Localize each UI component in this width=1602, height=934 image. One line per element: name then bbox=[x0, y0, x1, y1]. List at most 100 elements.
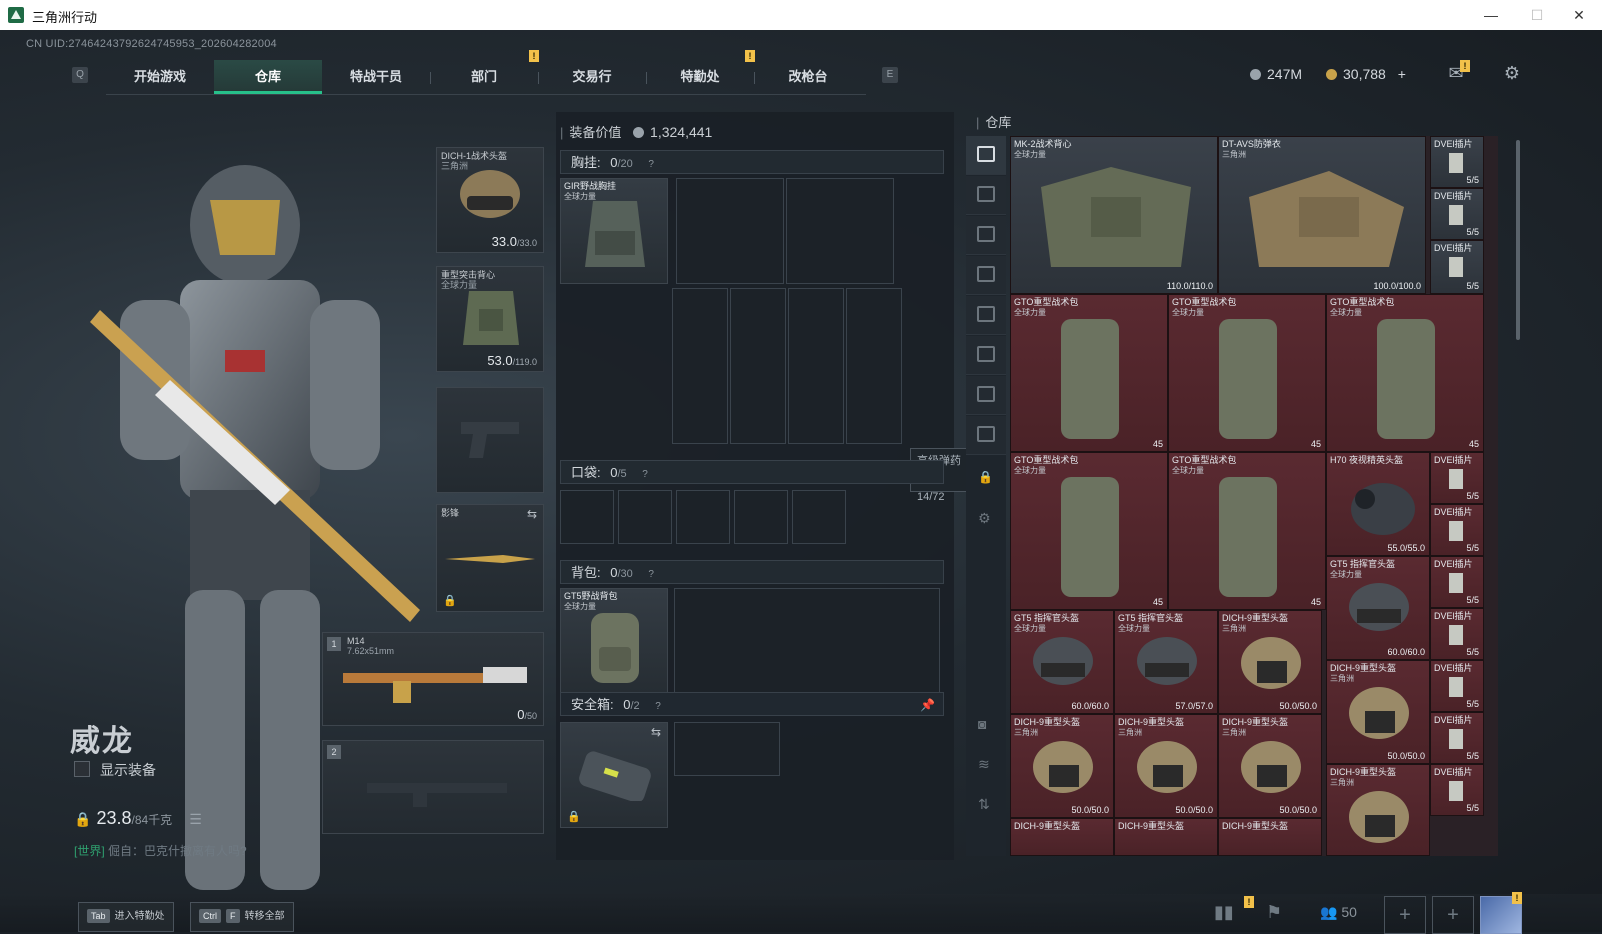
help-icon[interactable]: ? bbox=[648, 569, 654, 580]
warehouse-item[interactable]: DICH-9重型头盔 bbox=[1010, 818, 1114, 856]
armor-plate-item[interactable]: DVEl插片 5/5 bbox=[1430, 452, 1484, 504]
primary-weapon-name: M14 bbox=[347, 636, 365, 646]
enter-special-ops-hint[interactable]: Tab 进入特勤处 bbox=[78, 902, 174, 932]
swap-icon[interactable]: ⇆ bbox=[527, 507, 537, 521]
nav-prev-key[interactable]: Q bbox=[72, 67, 88, 83]
chest-rig-grid[interactable] bbox=[730, 288, 786, 444]
warehouse-tab-1[interactable] bbox=[966, 176, 1006, 215]
pin-icon[interactable]: 📌 bbox=[920, 693, 935, 717]
chest-rig-grid[interactable] bbox=[676, 178, 784, 284]
warehouse-item[interactable]: GT5 指挥官头盔 全球力量 60.0/60.0 bbox=[1010, 610, 1114, 714]
warehouse-item[interactable]: GTO重型战术包 全球力量 45 bbox=[1168, 294, 1326, 452]
warehouse-item[interactable]: DICH-9重型头盔 bbox=[1218, 818, 1322, 856]
helmet-slot[interactable]: DICH-1战术头盔 三角洲 33.0/33.0 bbox=[436, 147, 544, 253]
add-teammate-button[interactable]: + bbox=[1384, 896, 1426, 934]
melee-slot[interactable]: 影锋 ⇆ 🔒 bbox=[436, 504, 544, 612]
warehouse-item[interactable]: MK-2战术背心 全球力量 110.0/110.0 bbox=[1010, 136, 1218, 294]
tab-special-ops[interactable]: 特勤处 bbox=[646, 60, 754, 94]
warehouse-item[interactable]: GTO重型战术包 全球力量 45 bbox=[1010, 452, 1168, 610]
warehouse-sort-icon[interactable]: ⇅ bbox=[978, 796, 990, 813]
pocket-slot[interactable] bbox=[560, 490, 614, 544]
armor-plate-item[interactable]: DVEl插片 5/5 bbox=[1430, 660, 1484, 712]
armor-plate-item[interactable]: DVEl插片 5/5 bbox=[1430, 556, 1484, 608]
armor-plate-item[interactable]: DVEl插片 5/5 bbox=[1430, 188, 1484, 240]
chest-rig-item[interactable]: GIR野战胸挂 全球力量 bbox=[560, 178, 668, 284]
warehouse-lock-icon[interactable]: 🔒 bbox=[978, 470, 993, 484]
warehouse-camera-icon[interactable]: ◙ bbox=[978, 716, 986, 732]
warehouse-tab-6[interactable] bbox=[966, 376, 1006, 415]
world-chat-line[interactable]: [世界] 倔自：巴克什撤离有人吗? bbox=[74, 842, 247, 859]
tab-gunsmith[interactable]: 改枪台 bbox=[754, 60, 862, 94]
warehouse-item[interactable]: DT-AVS防弹衣 三角洲 100.0/100.0 bbox=[1218, 136, 1426, 294]
pocket-slot[interactable] bbox=[792, 490, 846, 544]
add-teammate-button[interactable]: + bbox=[1432, 896, 1474, 934]
tab-operators[interactable]: 特战干员 bbox=[322, 60, 430, 94]
warehouse-item[interactable]: DICH-9重型头盔 三角洲 50.0/50.0 bbox=[1326, 660, 1430, 764]
nav-next-key[interactable]: E bbox=[882, 67, 898, 83]
plate-icon bbox=[1449, 469, 1463, 489]
backpack-item[interactable]: GT5野战背包 全球力量 bbox=[560, 588, 668, 694]
safebox-grid[interactable] bbox=[674, 722, 780, 776]
armor-plate-item[interactable]: DVEl插片 5/5 bbox=[1430, 504, 1484, 556]
warehouse-item[interactable]: GT5 指挥官头盔 全球力量 57.0/57.0 bbox=[1114, 610, 1218, 714]
armor-plate-item[interactable]: DVEl插片 5/5 bbox=[1430, 712, 1484, 764]
settings-gear-icon[interactable]: ⚙ bbox=[1500, 63, 1524, 83]
warehouse-item[interactable]: GTO重型战术包 全球力量 45 bbox=[1010, 294, 1168, 452]
primary-weapon-slot[interactable]: 1 M14 7.62x51mm 0/50 bbox=[322, 632, 544, 726]
warehouse-item[interactable]: DICH-9重型头盔 三角洲 50.0/50.0 bbox=[1114, 714, 1218, 818]
warehouse-item[interactable]: DICH-9重型头盔 bbox=[1114, 818, 1218, 856]
chest-rig-grid[interactable] bbox=[786, 178, 894, 284]
swap-icon[interactable]: ⇆ bbox=[651, 725, 661, 739]
safebox-item[interactable]: ⇆ 🔒 bbox=[560, 722, 668, 828]
tab-start-game[interactable]: 开始游戏 bbox=[106, 60, 214, 94]
squad-button[interactable]: 👥 50 bbox=[1320, 904, 1357, 921]
chest-rig-grid[interactable] bbox=[788, 288, 844, 444]
armor-plate-item[interactable]: DVEl插片 5/5 bbox=[1430, 608, 1484, 660]
warehouse-tab-3[interactable] bbox=[966, 256, 1006, 295]
pistol-slot[interactable] bbox=[436, 387, 544, 493]
armor-plate-item[interactable]: DVEl插片 5/5 bbox=[1430, 136, 1484, 188]
helmet-icon bbox=[1241, 741, 1301, 793]
tab-trade[interactable]: 交易行 bbox=[538, 60, 646, 94]
warehouse-layers-icon[interactable]: ≋ bbox=[978, 756, 990, 773]
show-equipment-toggle[interactable]: 显示装备 bbox=[74, 760, 156, 780]
pocket-slot[interactable] bbox=[734, 490, 788, 544]
tab-warehouse[interactable]: 仓库 bbox=[214, 60, 322, 94]
warehouse-item[interactable]: DICH-9重型头盔 三角洲 50.0/50.0 bbox=[1218, 610, 1322, 714]
add-currency-button[interactable]: + bbox=[1398, 66, 1406, 82]
show-equipment-checkbox[interactable] bbox=[74, 761, 90, 777]
stats-chart-icon[interactable]: ▮▮ bbox=[1214, 902, 1234, 923]
help-icon[interactable]: ? bbox=[655, 701, 661, 712]
warehouse-home-tab[interactable] bbox=[966, 136, 1006, 175]
armor-plate-item[interactable]: DVEl插片 5/5 bbox=[1430, 240, 1484, 294]
maximize-button[interactable]: ☐ bbox=[1514, 0, 1560, 30]
warehouse-item[interactable]: DICH-9重型头盔 三角洲 50.0/50.0 bbox=[1218, 714, 1322, 818]
warehouse-tab-5[interactable] bbox=[966, 336, 1006, 375]
chest-rig-grid[interactable] bbox=[672, 288, 728, 444]
warehouse-item[interactable]: GT5 指挥官头盔 全球力量 60.0/60.0 bbox=[1326, 556, 1430, 660]
warehouse-item[interactable]: DICH-9重型头盔 三角洲 50.0/50.0 bbox=[1010, 714, 1114, 818]
warehouse-tab-4[interactable] bbox=[966, 296, 1006, 335]
list-icon[interactable]: ☰ bbox=[189, 811, 202, 827]
close-button[interactable]: ✕ bbox=[1556, 0, 1602, 30]
transfer-all-hint[interactable]: Ctrl F 转移全部 bbox=[190, 902, 294, 932]
warehouse-tab-2[interactable] bbox=[966, 216, 1006, 255]
help-icon[interactable]: ? bbox=[648, 159, 654, 170]
secondary-weapon-slot[interactable]: 2 bbox=[322, 740, 544, 834]
warehouse-tab-7[interactable] bbox=[966, 416, 1006, 455]
help-icon[interactable]: ? bbox=[642, 469, 648, 480]
warehouse-item[interactable]: GTO重型战术包 全球力量 45 bbox=[1168, 452, 1326, 610]
armor-plate-item[interactable]: DVEl插片 5/5 bbox=[1430, 764, 1484, 816]
warehouse-settings-icon[interactable]: ⚙ bbox=[978, 510, 991, 527]
pocket-slot[interactable] bbox=[618, 490, 672, 544]
chest-rig-grid[interactable] bbox=[846, 288, 902, 444]
armor-slot[interactable]: 重型突击背心 全球力量 53.0/119.0 bbox=[436, 266, 544, 372]
warehouse-item[interactable]: H70 夜视精英头盔 55.0/55.0 bbox=[1326, 452, 1430, 556]
backpack-grid[interactable] bbox=[674, 588, 940, 694]
minimize-button[interactable]: — bbox=[1468, 0, 1514, 30]
pocket-slot[interactable] bbox=[676, 490, 730, 544]
tab-department[interactable]: 部门 bbox=[430, 60, 538, 94]
warehouse-item[interactable]: DICH-9重型头盔 三角洲 bbox=[1326, 764, 1430, 856]
warehouse-scrollbar[interactable] bbox=[1516, 140, 1520, 340]
flag-icon[interactable]: ⚑ bbox=[1266, 902, 1282, 923]
